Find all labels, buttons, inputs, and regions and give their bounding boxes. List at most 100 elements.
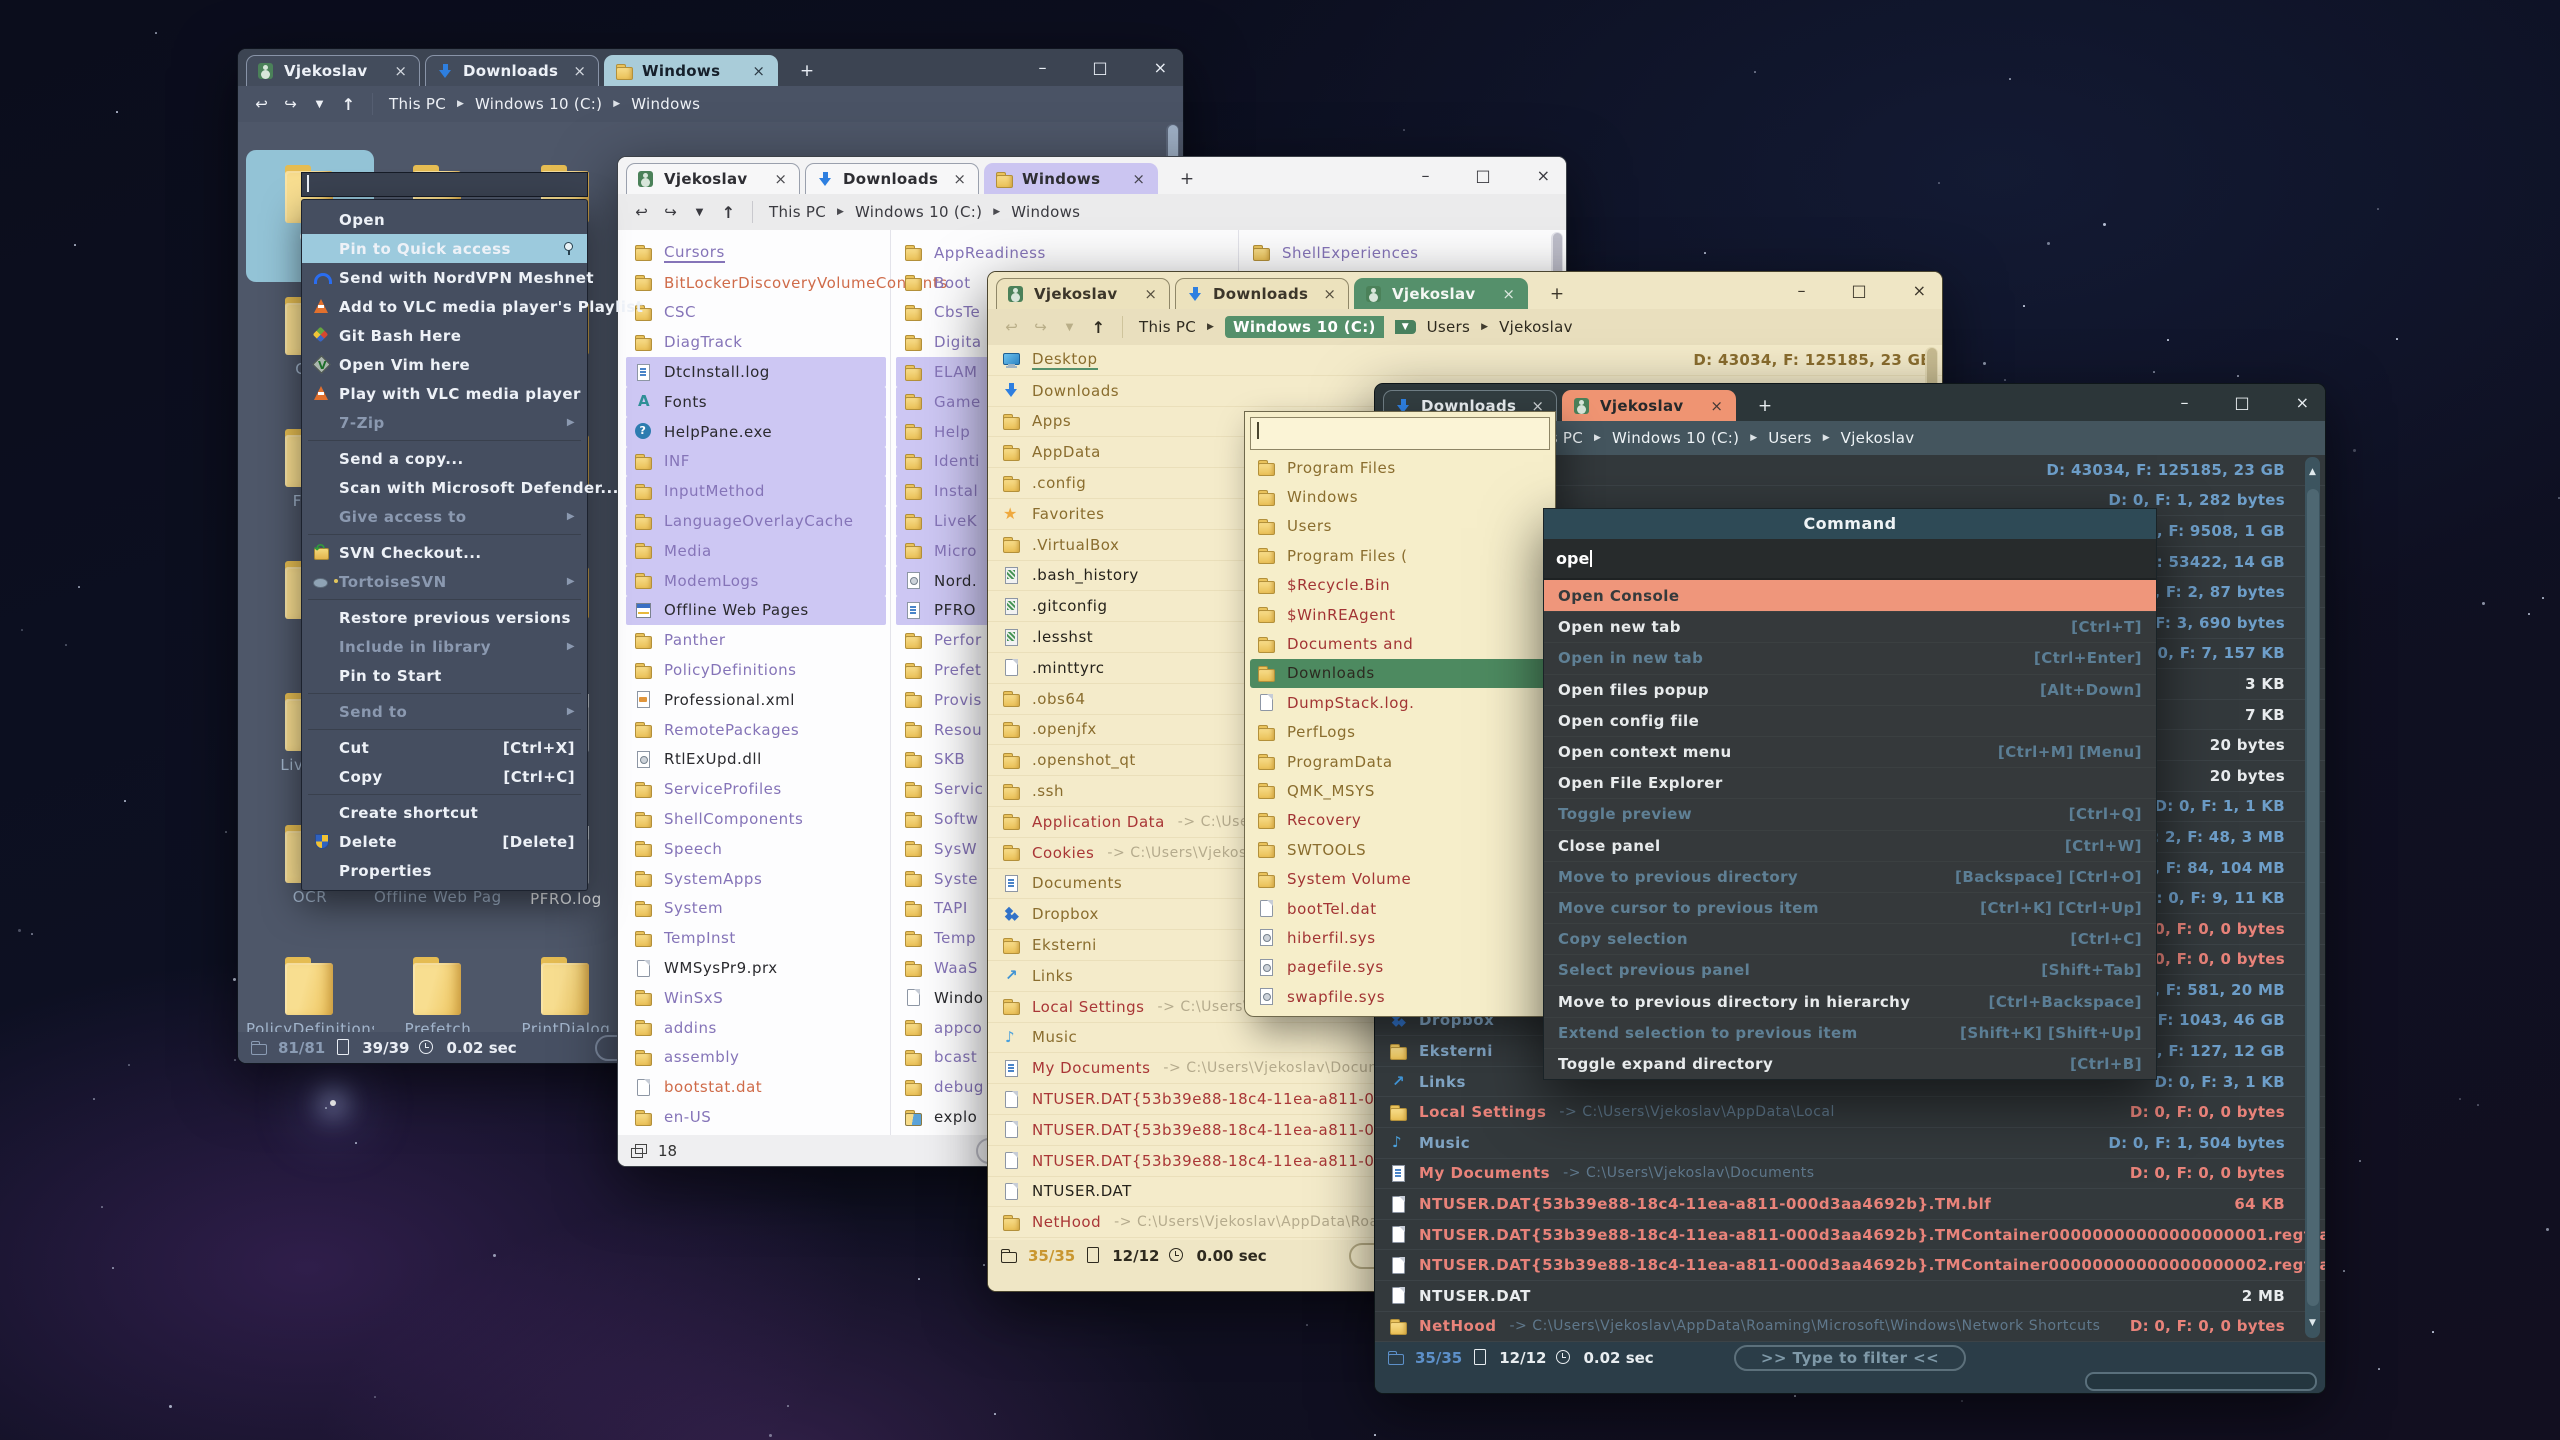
tab-downloads[interactable]: Downloads× <box>805 163 979 194</box>
close-button[interactable]: × <box>1154 58 1167 77</box>
dropdown-item-pagefile-sys[interactable]: pagefile.sys <box>1250 953 1550 982</box>
file-row-panther[interactable]: Panther <box>626 625 886 655</box>
file-row-remotepackages[interactable]: RemotePackages <box>626 715 886 745</box>
file-row-csc[interactable]: CSC <box>626 298 886 328</box>
maximize-button[interactable]: □ <box>1851 281 1866 300</box>
dropdown-item-perflogs[interactable]: PerfLogs <box>1250 718 1550 747</box>
maximize-button[interactable]: □ <box>1092 58 1107 77</box>
file-row-music[interactable]: MusicD: 0, F: 1, 504 bytes <box>1375 1128 2325 1159</box>
file-row-languageoverlaycache[interactable]: LanguageOverlayCache <box>626 506 886 536</box>
file-row-offline-web-pages[interactable]: Offline Web Pages <box>626 596 886 626</box>
breadcrumb-vjekoslav[interactable]: Vjekoslav <box>1841 429 1915 447</box>
breadcrumb-this-pc[interactable]: This PC <box>389 95 446 113</box>
tab-downloads[interactable]: Downloads× <box>425 55 599 86</box>
tab-close-icon[interactable]: × <box>1708 397 1725 415</box>
forward-button[interactable]: ↪ <box>657 203 684 221</box>
new-tab-button[interactable]: + <box>1175 169 1199 189</box>
up-button[interactable]: ↑ <box>715 203 742 222</box>
file-row-ntuser-dat-53b39e88-18c4-11ea-a811-000d3[interactable]: NTUSER.DAT{53b39e88-18c4-11ea-a811-000d3… <box>1375 1220 2325 1251</box>
new-tab-button[interactable]: + <box>1545 284 1569 304</box>
menu-item-7-zip[interactable]: 7-Zip▶ <box>302 408 587 437</box>
file-row-ntuser-dat-53b39e88-18c4-11ea-a811-000d3[interactable]: NTUSER.DAT{53b39e88-18c4-11ea-a811-000d3… <box>1375 1189 2325 1220</box>
tab-close-icon[interactable]: × <box>392 62 409 80</box>
tab-windows[interactable]: Windows× <box>984 163 1158 194</box>
file-row-system[interactable]: System <box>626 894 886 924</box>
file-row-systemapps[interactable]: SystemApps <box>626 864 886 894</box>
breadcrumb-windows-10-c[interactable]: Windows 10 (C:) <box>1612 429 1739 447</box>
scrollbar-thumb[interactable] <box>2307 489 2319 1306</box>
file-row-shellcomponents[interactable]: ShellComponents <box>626 804 886 834</box>
minimize-button[interactable]: – <box>1421 166 1429 185</box>
up-button[interactable]: ↑ <box>335 95 362 114</box>
titlebar[interactable]: Vjekoslav×Downloads×Windows×+ – □ × <box>238 49 1183 86</box>
dropdown-item-qmk-msys[interactable]: QMK_MSYS <box>1250 776 1550 805</box>
tab-close-icon[interactable]: × <box>1321 285 1338 303</box>
breadcrumb-this-pc[interactable]: This PC <box>1139 318 1196 336</box>
breadcrumb-users[interactable]: Users <box>1768 429 1812 447</box>
dropdown-item-users[interactable]: Users <box>1250 512 1550 541</box>
command-item-open-new-tab[interactable]: Open new tab[Ctrl+T] <box>1544 611 2156 642</box>
dropdown-item-documents-and[interactable]: Documents and <box>1250 629 1550 658</box>
menu-item-send-with-nordvpn-meshnet[interactable]: Send with NordVPN Meshnet <box>302 263 587 292</box>
file-row-bitlockerdiscoveryvolumecontents[interactable]: BitLockerDiscoveryVolumeContents <box>626 268 886 298</box>
file-row-professional-xml[interactable]: Professional.xml <box>626 685 886 715</box>
command-item-toggle-expand-directory[interactable]: Toggle expand directory[Ctrl+B] <box>1544 1048 2156 1079</box>
command-item-close-panel[interactable]: Close panel[Ctrl+W] <box>1544 830 2156 861</box>
back-button[interactable]: ↩ <box>628 203 655 221</box>
menu-item-include-in-library[interactable]: Include in library▶ <box>302 632 587 661</box>
scroll-down-icon[interactable]: ▼ <box>2305 1308 2320 1338</box>
tab-close-icon[interactable]: × <box>772 170 789 188</box>
dropdown-item-programdata[interactable]: ProgramData <box>1250 747 1550 776</box>
grid-item-printdialog[interactable]: PrintDialog <box>502 942 630 1032</box>
grid-item-policydefinitions[interactable]: PolicyDefinitions <box>246 942 374 1032</box>
scrollbar[interactable]: ▲ ▼ <box>2305 457 2320 1338</box>
breadcrumb-vjekoslav[interactable]: Vjekoslav <box>1499 318 1573 336</box>
scroll-up-icon[interactable]: ▲ <box>2305 457 2320 487</box>
command-item-open-config-file[interactable]: Open config file <box>1544 705 2156 736</box>
menu-item-create-shortcut[interactable]: Create shortcut <box>302 798 587 827</box>
file-row-modemlogs[interactable]: ModemLogs <box>626 566 886 596</box>
command-input[interactable]: ope <box>1544 539 2156 580</box>
history-dropdown-button[interactable]: ▼ <box>686 207 713 218</box>
dropdown-item-dumpstack-log[interactable]: DumpStack.log. <box>1250 688 1550 717</box>
file-row-ntuser-dat[interactable]: NTUSER.DAT2 MB <box>1375 1281 2325 1312</box>
back-button[interactable]: ↩ <box>998 318 1025 336</box>
menu-item-svn-checkout[interactable]: SVN Checkout... <box>302 538 587 567</box>
minimize-button[interactable]: – <box>1038 58 1046 77</box>
titlebar[interactable]: Vjekoslav×Downloads×Vjekoslav×+ – □ × <box>988 272 1942 309</box>
file-row-wmsyspr9-prx[interactable]: WMSysPr9.prx <box>626 953 886 983</box>
maximize-button[interactable]: □ <box>2234 393 2249 412</box>
command-item-open-files-popup[interactable]: Open files popup[Alt+Down] <box>1544 674 2156 705</box>
file-row-rtlexupd-dll[interactable]: RtlExUpd.dll <box>626 745 886 775</box>
close-button[interactable]: × <box>1537 166 1550 185</box>
tab-close-icon[interactable]: × <box>1142 285 1159 303</box>
dropdown-item-program-files[interactable]: Program Files <box>1250 453 1550 482</box>
dropdown-filter-input[interactable] <box>1250 417 1550 450</box>
file-row-nethood[interactable]: NetHood-> C:\Users\Vjekoslav\AppData\Roa… <box>1375 1312 2325 1342</box>
tab-vjekoslav[interactable]: Vjekoslav× <box>626 163 800 194</box>
command-item-move-to-previous-directory-in-hierarchy[interactable]: Move to previous directory in hierarchy[… <box>1544 985 2156 1016</box>
command-item-copy-selection[interactable]: Copy selection[Ctrl+C] <box>1544 923 2156 954</box>
dropdown-item-recycle-bin[interactable]: $Recycle.Bin <box>1250 571 1550 600</box>
maximize-button[interactable]: □ <box>1475 166 1490 185</box>
menu-item-pin-to-start[interactable]: Pin to Start <box>302 661 587 690</box>
breadcrumb-users[interactable]: Users <box>1427 318 1471 336</box>
titlebar[interactable]: Vjekoslav×Downloads×Windows× + – □ × <box>618 157 1566 194</box>
tab-vjekoslav[interactable]: Vjekoslav× <box>996 278 1170 309</box>
dropdown-item-downloads[interactable]: Downloads <box>1250 659 1550 688</box>
filter-hint[interactable]: >> Type to filter << <box>1734 1345 1966 1371</box>
minimize-button[interactable]: – <box>2180 393 2188 412</box>
menu-item-git-bash-here[interactable]: Git Bash Here <box>302 321 587 350</box>
breadcrumb-windows-10-c[interactable]: Windows 10 (C:) <box>855 203 982 221</box>
menu-item-add-to-vlc-media-player-s-playlist[interactable]: Add to VLC media player's Playlist <box>302 292 587 321</box>
menu-item-tortoisesvn[interactable]: TortoiseSVN▶ <box>302 567 587 596</box>
file-row-policydefinitions[interactable]: PolicyDefinitions <box>626 655 886 685</box>
command-item-open-console[interactable]: Open Console <box>1544 580 2156 611</box>
forward-button[interactable]: ↪ <box>277 95 304 113</box>
menu-item-play-with-vlc-media-player[interactable]: Play with VLC media player <box>302 379 587 408</box>
breadcrumb-windows-10-c[interactable]: Windows 10 (C:) <box>475 95 602 113</box>
file-row-bootstat-dat[interactable]: bootstat.dat <box>626 1072 886 1102</box>
dropdown-item-windows[interactable]: Windows <box>1250 482 1550 511</box>
file-row-inputmethod[interactable]: InputMethod <box>626 476 886 506</box>
command-item-move-to-previous-directory[interactable]: Move to previous directory[Backspace] [C… <box>1544 861 2156 892</box>
